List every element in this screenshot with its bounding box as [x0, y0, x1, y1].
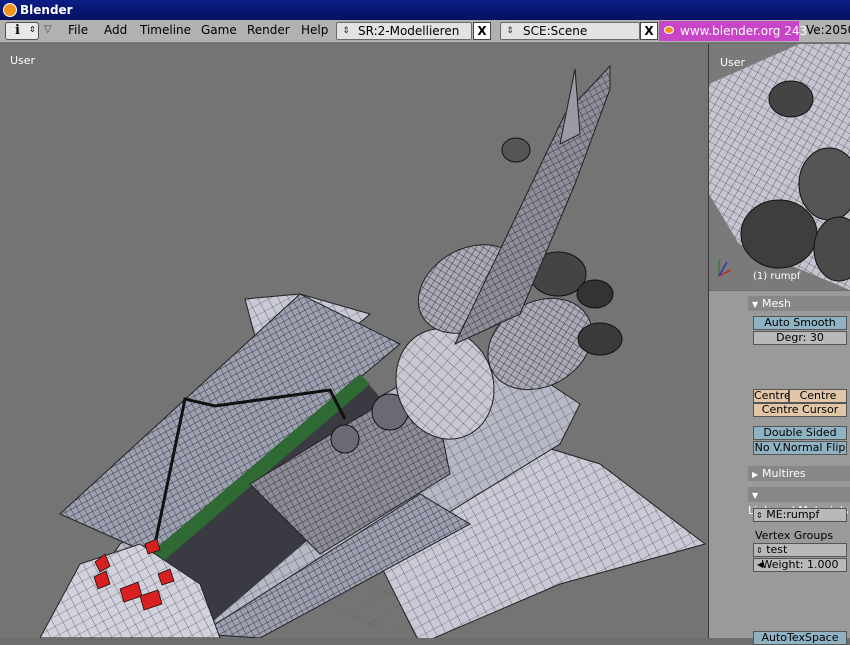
window-title: Blender [20, 3, 73, 17]
expand-triangle-icon: ▼ [752, 491, 759, 500]
object-name-label: (1) rumpf [753, 271, 801, 282]
panel-title-mesh: Mesh [762, 297, 791, 310]
vertex-group-selector[interactable]: ⇕ test [753, 543, 847, 557]
mesh-datablock-name: ME:rumpf [766, 508, 820, 521]
menu-file[interactable]: File [68, 23, 88, 37]
blender-logo-icon [3, 3, 17, 17]
vertex-group-name: test [766, 543, 788, 556]
menu-timeline[interactable]: Timeline [140, 23, 191, 37]
autotexspace-toggle[interactable]: AutoTexSpace [753, 631, 847, 645]
panel-header-link-materials[interactable]: ▼Link and Materials [748, 487, 850, 517]
window-titlebar: Blender [0, 0, 850, 20]
centre-new-button[interactable]: Centre New [789, 389, 847, 414]
delete-screen-button[interactable]: X [473, 22, 491, 40]
collapsed-triangle-icon: ▶ [752, 470, 759, 479]
info-icon: i [15, 23, 20, 38]
no-vnormal-flip-toggle[interactable]: No V.Normal Flip [753, 441, 847, 455]
left-arrow-icon: ◀ [757, 560, 764, 569]
updown-arrow-icon: ⇕ [756, 511, 763, 520]
mesh-datablock-field[interactable]: ⇕ ME:rumpf [753, 508, 847, 522]
3d-viewport[interactable]: User [0, 44, 708, 638]
url-text: www.blender.org 243 [680, 24, 808, 38]
side-3d-viewport[interactable]: User (1) rumpf [709, 44, 850, 290]
updown-arrow-icon: ⇕ [756, 546, 763, 555]
version-stats: Ve:2050 [806, 23, 850, 37]
weight-value: Weight: 1.000 [761, 558, 839, 571]
panel-title-multires: Multires [762, 467, 806, 480]
shuttle-model [39, 64, 707, 638]
double-sided-toggle[interactable]: Double Sided [753, 426, 847, 440]
url-link[interactable]: www.blender.org 243 [659, 21, 807, 41]
menu-add[interactable]: Add [104, 23, 127, 37]
weight-slider[interactable]: ◀ Weight: 1.000 [753, 558, 847, 572]
screen-name: SR:2-Modellieren [358, 24, 460, 38]
updown-arrow-icon: ⇕ [29, 25, 36, 34]
axis-gizmo-icon [718, 260, 732, 277]
menu-help[interactable]: Help [301, 23, 328, 37]
auto-smooth-toggle[interactable]: Auto Smooth [753, 316, 847, 330]
degr-number-field[interactable]: Degr: 30 [753, 331, 847, 345]
scene-name: SCE:Scene [523, 24, 588, 38]
expand-triangle-icon: ▼ [752, 300, 759, 309]
scene-selector[interactable]: ⇕ SCE:Scene [500, 22, 640, 40]
menu-render[interactable]: Render [247, 23, 290, 37]
menu-bar: i ⇕ ▽ File Add Timeline Game Render Help… [0, 20, 850, 43]
updown-arrow-icon: ⇕ [506, 26, 514, 36]
collapse-menus-icon[interactable]: ▽ [44, 24, 52, 35]
menu-game[interactable]: Game [201, 23, 237, 37]
centre-cursor-button[interactable]: Centre Cursor [753, 403, 847, 417]
delete-scene-button[interactable]: X [640, 22, 658, 40]
buttons-window: ▼ Mesh Auto Smooth Degr: 30 Centre Centre… [709, 291, 850, 645]
side-viewport-label: User [720, 56, 746, 69]
centre-button[interactable]: Centre [753, 389, 791, 403]
blender-eye-icon [664, 26, 674, 34]
engine-closeup [709, 44, 850, 290]
panel-header-multires[interactable]: ▶ Multires [748, 466, 850, 481]
vertex-groups-label: Vertex Groups [755, 529, 834, 542]
screen-selector[interactable]: ⇕ SR:2-Modellieren [336, 22, 472, 40]
panel-header-mesh[interactable]: ▼ Mesh [748, 296, 850, 311]
info-window-type-button[interactable]: i ⇕ [5, 22, 39, 40]
updown-arrow-icon: ⇕ [342, 26, 350, 36]
